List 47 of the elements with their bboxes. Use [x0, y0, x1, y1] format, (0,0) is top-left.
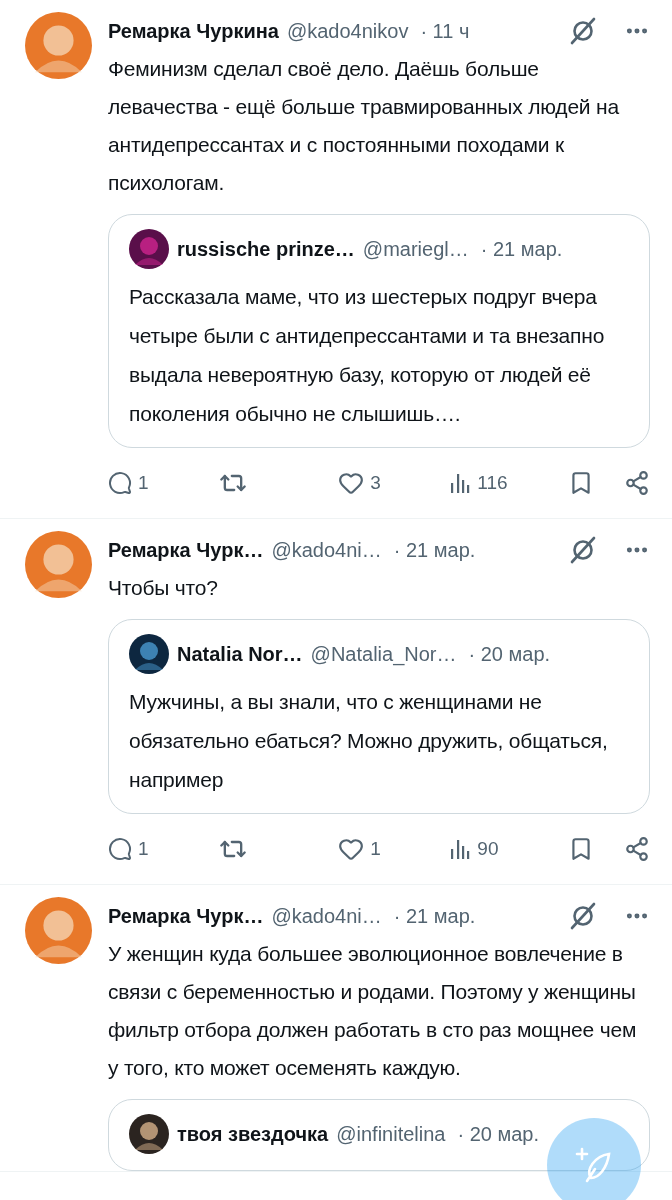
views-icon [449, 838, 472, 860]
views-icon [449, 472, 472, 494]
author-handle[interactable]: @kado4nikov [286, 19, 409, 43]
quoted-author-handle: @Natalia_Nor… [310, 642, 457, 666]
reply-button[interactable]: 1 [108, 837, 220, 861]
quoted-post[interactable] [108, 214, 650, 448]
post-text: У женщин куда большее эволюционное вовлечение в связи с беременностью и родами. Поэтому у женщины фильтр отбора должен работать в сто раз мощнее чем у того, кто может осеменять каждую. [108, 941, 638, 1081]
post-time: · 11 ч [420, 19, 470, 43]
quoted-author-handle: @infinitelina [336, 1122, 446, 1146]
slashed-circle-icon[interactable] [568, 16, 598, 46]
heart-icon [338, 470, 365, 496]
post-text: Феминизм сделал своё дело. Даёшь больше левачества - ещё больше травмированных людей на антидепрессантах и с постоянными походами к психологам. [108, 56, 620, 196]
quoted-post-time: · 20 мар. [457, 1122, 540, 1146]
views-button[interactable]: 90 [449, 838, 569, 860]
avatar[interactable] [129, 634, 169, 674]
reply-button[interactable]: 1 [108, 471, 220, 495]
quoted-author-name: твоя звездочка [177, 1122, 329, 1146]
quoted-post[interactable]: Natalia Nor… @Natalia_Nor… · 20 мар. Мужчины, а вы знали, что с женщинами не обязательно ебаться? Можно дружить, общаться, например [108, 619, 650, 814]
slashed-circle-icon[interactable] [568, 901, 598, 931]
author-name[interactable]: Ремарка Чурк… [108, 538, 264, 562]
quoted-post-time: · 21 мар. [480, 237, 563, 261]
quoted-post-time: · 20 мар. [468, 642, 551, 666]
author-handle[interactable]: @kado4ni… [271, 904, 382, 928]
share-icon[interactable] [624, 470, 650, 496]
heart-icon [338, 836, 365, 862]
like-button[interactable]: 3 [338, 470, 450, 496]
post-time: · 21 мар. [393, 538, 476, 562]
reply-icon [108, 471, 132, 495]
avatar[interactable] [129, 1114, 169, 1154]
quoted-author-name: Natalia Nor… [177, 642, 303, 666]
post-text: Чтобы что? [108, 575, 219, 601]
reply-icon [108, 837, 132, 861]
quoted-post-text: Мужчины, а вы знали, что с женщинами не обязательно ебаться? Можно дружить, общаться, например [129, 689, 609, 793]
author-name[interactable]: Ремарка Чуркина [108, 19, 279, 43]
author-name[interactable]: Ремарка Чурк… [108, 904, 264, 928]
avatar[interactable] [129, 229, 169, 269]
like-button[interactable]: 1 [338, 836, 450, 862]
author-handle[interactable]: @kado4ni… [271, 538, 382, 562]
quoted-author-name: russische prinze… [177, 237, 355, 261]
quoted-post-text: Рассказала маме, что из шестерых подруг вчера четыре были с антидепрессантами и та внезапно выдала невероятную базу, которую от людей её поколения обычно не слышишь…. [129, 284, 606, 427]
tweet-card[interactable]: Ремарка Чурк… @kado4ni… · 21 мар. Чтобы что? Natalia Nor… @Natalia_Nor… · 20 мар. Мужчины, а вы знали, что с женщинами не обязательно ебаться? Можно дружить, общаться, например 1 1 90 [0, 519, 672, 885]
quoted-post[interactable]: твоя звездочка @infinitelina · 20 мар. [108, 1099, 650, 1171]
views-button[interactable]: 116 [449, 472, 569, 494]
post-time: · 21 мар. [393, 904, 476, 928]
quoted-author-handle: @mariegl… [362, 237, 469, 261]
slashed-circle-icon[interactable] [568, 535, 598, 565]
share-icon[interactable] [624, 836, 650, 862]
